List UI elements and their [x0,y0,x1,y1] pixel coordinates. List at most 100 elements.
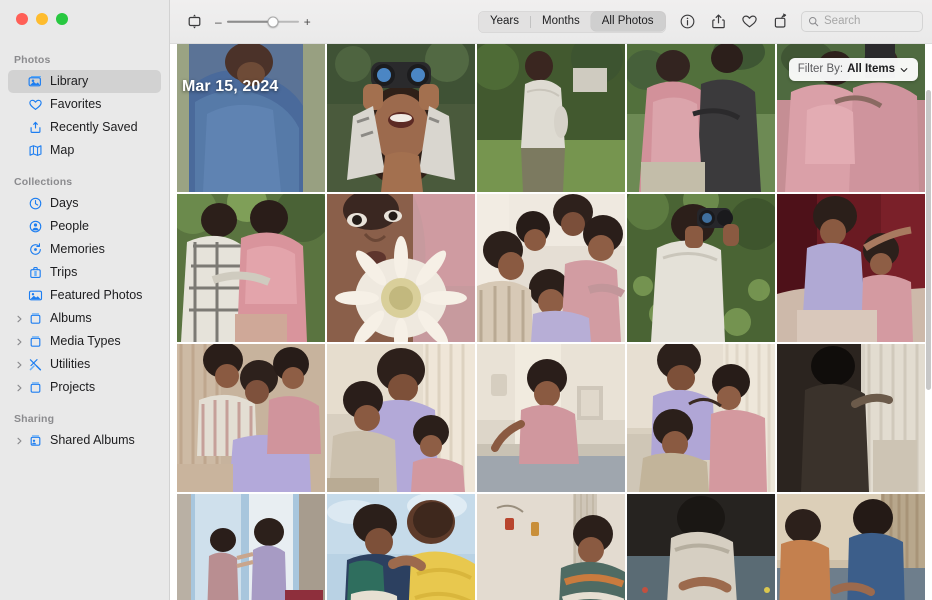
filter-by-dropdown[interactable]: Filter By: All Items [788,58,918,81]
photo-thumbnail[interactable] [477,44,625,192]
chevron-right-icon[interactable] [15,383,24,392]
photo-thumbnail[interactable] [177,494,325,600]
window-traffic-lights [16,13,68,25]
photo-artwork [477,344,625,492]
zoom-window-button[interactable] [56,13,68,25]
sidebar-item-days[interactable]: Days [8,192,161,215]
album-icon [28,311,43,326]
minimize-window-button[interactable] [36,13,48,25]
person-circle-icon [28,219,43,234]
photo-thumbnail[interactable] [627,44,775,192]
tools-icon [28,357,43,372]
sidebar-scroll-area[interactable]: Photos Library Favorites Recently Saved … [0,44,169,600]
close-window-button[interactable] [16,13,28,25]
photo-artwork [177,194,325,342]
sidebar-item-label: Trips [50,265,78,280]
sidebar-item-label: Shared Albums [50,433,135,448]
vertical-scrollbar[interactable] [926,90,931,390]
aspect-ratio-button[interactable] [182,11,206,33]
toolbar: – + Years Months All Photos Search [170,0,932,44]
info-button[interactable] [677,12,697,32]
info-icon [679,13,696,30]
sidebar-item-label: Utilities [50,357,91,372]
sidebar-item-shared-albums[interactable]: Shared Albums [8,429,161,452]
toolbar-left-group: – + [170,11,311,33]
photo-artwork [777,494,925,600]
photo-grid [177,44,925,600]
sidebar-item-label: Days [50,196,79,211]
sidebar-item-albums[interactable]: Albums [8,307,161,330]
sidebar-item-featured-photos[interactable]: Featured Photos [8,284,161,307]
slider-knob[interactable] [267,16,279,27]
sidebar-item-library[interactable]: Library [8,70,161,93]
photo-thumbnail[interactable] [477,494,625,600]
sidebar-item-recently-saved[interactable]: Recently Saved [8,116,161,139]
photo-thumbnail[interactable] [627,344,775,492]
album-icon [28,380,43,395]
photo-thumbnail[interactable] [327,344,475,492]
photo-thumbnail[interactable] [177,194,325,342]
suitcase-icon [28,265,43,280]
share-button[interactable] [708,12,728,32]
photo-thumbnail[interactable] [777,194,925,342]
photo-artwork [477,44,625,192]
photo-thumbnail[interactable] [327,194,475,342]
zoom-slider[interactable] [226,15,299,29]
chevron-right-icon[interactable] [15,314,24,323]
sidebar-item-label: Map [50,143,75,158]
share-icon [710,13,727,30]
photo-artwork [177,44,325,192]
sidebar-item-projects[interactable]: Projects [8,376,161,399]
chevron-right-icon[interactable] [15,337,24,346]
favorite-button[interactable] [739,12,759,32]
photo-artwork [477,194,625,342]
sidebar-item-map[interactable]: Map [8,139,161,162]
sidebar-item-memories[interactable]: Memories [8,238,161,261]
photo-thumbnail[interactable] [177,44,325,192]
rotate-button[interactable] [770,12,790,32]
clock-icon [28,196,43,211]
sidebar-item-trips[interactable]: Trips [8,261,161,284]
photo-thumbnail[interactable] [627,194,775,342]
sidebar-item-label: Library [50,74,89,89]
zoom-slider-group[interactable]: – + [215,15,311,29]
zoom-out-label[interactable]: – [215,16,222,28]
zoom-in-label[interactable]: + [304,16,311,28]
tab-months[interactable]: Months [531,12,591,31]
chevron-down-icon [899,65,909,75]
photo-artwork [327,344,475,492]
sidebar-item-favorites[interactable]: Favorites [8,93,161,116]
filter-value-label: All Items [847,62,895,75]
photo-thumbnail[interactable] [777,494,925,600]
sidebar: Photos Library Favorites Recently Saved … [0,0,170,600]
photo-thumbnail[interactable] [177,344,325,492]
photo-artwork [627,344,775,492]
shared-album-icon [28,433,43,448]
photo-thumbnail[interactable] [477,344,625,492]
photo-thumbnail[interactable] [477,194,625,342]
photo-thumbnail[interactable] [327,494,475,600]
rotate-icon [772,13,789,30]
photo-artwork [627,194,775,342]
sidebar-item-label: Memories [50,242,105,257]
tab-years[interactable]: Years [479,12,530,31]
sidebar-item-utilities[interactable]: Utilities [8,353,161,376]
sidebar-item-media-types[interactable]: Media Types [8,330,161,353]
map-icon [28,143,43,158]
chevron-right-icon[interactable] [15,360,24,369]
recently-saved-icon [28,120,43,135]
heart-icon [28,97,43,112]
sidebar-item-people[interactable]: People [8,215,161,238]
photo-thumbnail[interactable] [327,44,475,192]
sidebar-item-label: Favorites [50,97,102,112]
tab-all-photos[interactable]: All Photos [590,12,665,31]
search-field[interactable]: Search [801,11,923,32]
photo-thumbnail[interactable] [627,494,775,600]
photo-thumbnail[interactable] [777,344,925,492]
featured-photos-icon [28,288,43,303]
sidebar-section-sharing-title: Sharing [14,413,55,425]
chevron-right-icon[interactable] [15,436,24,445]
view-mode-segmented-control[interactable]: Years Months All Photos [477,10,666,33]
photo-grid-container[interactable]: Mar 15, 2024 Filter By: All Items [170,44,932,600]
sidebar-item-label: Projects [50,380,96,395]
